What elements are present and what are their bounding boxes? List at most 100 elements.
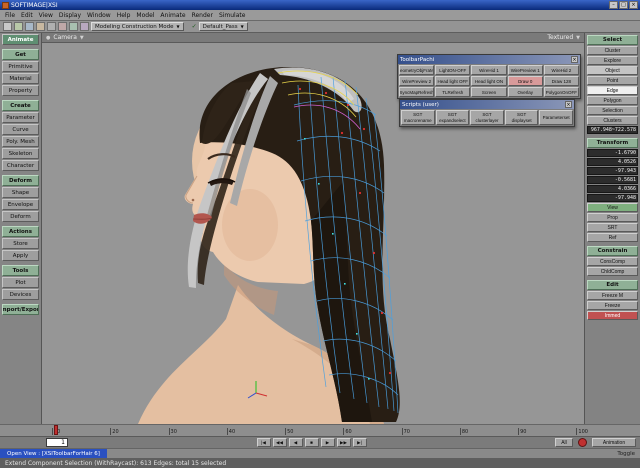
toolbar-entry[interactable]: Animate [2,34,39,45]
immed-button[interactable]: Immed [587,311,638,320]
viewport-camera-menu[interactable]: Camera [53,34,77,41]
filter-edge-button[interactable]: Edge [587,86,638,95]
transform-value-field[interactable]: -0.5681 [587,176,638,184]
toolbar-entry[interactable]: Tools [2,265,39,276]
toolbar-entry[interactable]: Plot [2,277,39,288]
current-frame-field[interactable]: 1 [46,438,68,447]
undo-icon[interactable] [36,22,45,31]
pachi-button[interactable]: Overlay [508,87,543,97]
open-view-status[interactable]: Open View : [XSIToolbarForHair 6] [0,449,107,458]
pachi-button[interactable]: Draw 0 [508,76,543,86]
selection-button[interactable]: Selection [587,106,638,115]
timeline-ruler[interactable]: 102030405060708090100 [0,424,640,436]
pachi-button[interactable]: WirePreview 2 [399,76,434,86]
close-icon[interactable]: × [565,101,572,108]
pachi-button[interactable]: SyncMapRefresh [399,87,434,97]
script-button[interactable]: Parameterset [539,110,573,125]
script-button[interactable]: SGT expandselect [436,110,470,125]
toolbar-entry[interactable]: Envelope [2,199,39,210]
menu-item[interactable]: Render [192,12,213,19]
toolbar-entry[interactable]: Curve [2,124,39,135]
menu-item[interactable]: Help [117,12,131,19]
pachi-button[interactable]: Head light ON [471,76,506,86]
script-button[interactable]: SGT displayset [505,110,539,125]
pachi-button[interactable]: LightON-OFF [435,65,470,75]
step-forward-button[interactable]: ▶▶ [337,438,351,447]
copy-icon[interactable] [69,22,78,31]
pachi-button[interactable]: WirePreview 1 [508,65,543,75]
toolbar-entry[interactable]: Import/Export [2,304,39,315]
pachi-button[interactable]: WireHid 2 [544,65,579,75]
menu-item[interactable]: Animate [160,12,185,19]
all-dropdown[interactable]: All [555,438,573,447]
filter-polygon-button[interactable]: Polygon [587,96,638,105]
toolbar-entry[interactable]: Actions [2,226,39,237]
select-menu[interactable]: Select [587,35,638,45]
scripts-titlebar[interactable]: Scripts (user) × [400,100,574,109]
toolbar-entry[interactable]: Apply [2,250,39,261]
transform-value-field[interactable]: -1.6790 [587,149,638,157]
transform-menu[interactable]: Transform [587,138,638,148]
playhead-marker[interactable] [54,425,58,435]
menu-item[interactable]: Model [136,12,154,19]
record-icon[interactable] [578,438,587,447]
filter-object-button[interactable]: Object [587,66,638,75]
stop-button[interactable]: ■ [305,438,319,447]
toolbar-pachi-window[interactable]: ToolbarPachi × GeometryObjFraMELightON-O… [397,54,581,99]
go-end-button[interactable]: ▶| [353,438,367,447]
pachi-button[interactable]: PolygonOnOFF [544,87,579,97]
toolbar-entry[interactable]: Material [2,73,39,84]
close-button[interactable]: × [629,1,638,9]
menu-item[interactable]: Window [87,12,111,19]
menu-item[interactable]: File [5,12,15,19]
toolbar-entry[interactable]: Deform [2,211,39,222]
pachi-button[interactable]: TLRefresh [435,87,470,97]
play-reverse-button[interactable]: ◀ [289,438,303,447]
menu-item[interactable]: Edit [21,12,33,19]
toolbar-entry[interactable]: Create [2,100,39,111]
go-start-button[interactable]: |◀ [257,438,271,447]
viewport-shading-menu[interactable]: Textured [547,34,573,41]
transform-value-field[interactable]: -97.948 [587,194,638,202]
explore-button[interactable]: Explore [587,56,638,65]
view-mode-button[interactable]: View [587,203,638,212]
script-button[interactable]: SGT clusterlayer [470,110,504,125]
render-pass-dropdown[interactable]: Default_Pass ▼ [199,22,248,31]
freeze-button[interactable]: Freeze [587,301,638,310]
toolbar-entry[interactable]: Poly. Mesh [2,136,39,147]
pachi-button[interactable]: GeometryObjFraME [399,65,434,75]
toolbar-entry[interactable]: Store [2,238,39,249]
pachi-button[interactable]: Draw 128 [544,76,579,86]
conscomp-button[interactable]: ConsComp [587,257,638,266]
transform-value-field[interactable]: 4.0366 [587,185,638,193]
toolbar-pachi-titlebar[interactable]: ToolbarPachi × [398,55,580,64]
toolbar-entry[interactable]: Deform [2,175,39,186]
animation-button[interactable]: Animation [592,438,636,447]
menu-item[interactable]: View [39,12,53,19]
chldcomp-button[interactable]: ChldComp [587,267,638,276]
srt-button[interactable]: SRT [587,223,638,232]
save-icon[interactable] [25,22,34,31]
open-icon[interactable] [14,22,23,31]
camera-viewport[interactable]: ● Camera ▼ Textured ▼ [42,33,584,424]
pachi-button[interactable]: WireHid 1 [471,65,506,75]
toolbar-entry[interactable]: Devices [2,289,39,300]
toolbar-entry[interactable]: Character [2,160,39,171]
pachi-button[interactable]: Head light OFF [435,76,470,86]
filter-point-button[interactable]: Point [587,76,638,85]
pachi-button[interactable]: Screen [471,87,506,97]
ref-button[interactable]: Ref [587,233,638,242]
play-button[interactable]: ▶ [321,438,335,447]
constrain-menu[interactable]: Constrain [587,246,638,256]
menu-item[interactable]: Simulate [219,12,246,19]
toolbar-entry[interactable]: Parameter [2,112,39,123]
step-back-button[interactable]: ◀◀ [273,438,287,447]
transform-value-field[interactable]: 4.0526 [587,158,638,166]
menu-item[interactable]: Display [59,12,81,19]
script-button[interactable]: SGT macrorename [401,110,435,125]
scripts-window[interactable]: Scripts (user) × SGT macrorename SGT exp… [399,99,575,127]
edit-menu[interactable]: Edit [587,280,638,290]
cut-icon[interactable] [58,22,67,31]
paste-icon[interactable] [80,22,89,31]
toolbar-entry[interactable]: Primitive [2,61,39,72]
